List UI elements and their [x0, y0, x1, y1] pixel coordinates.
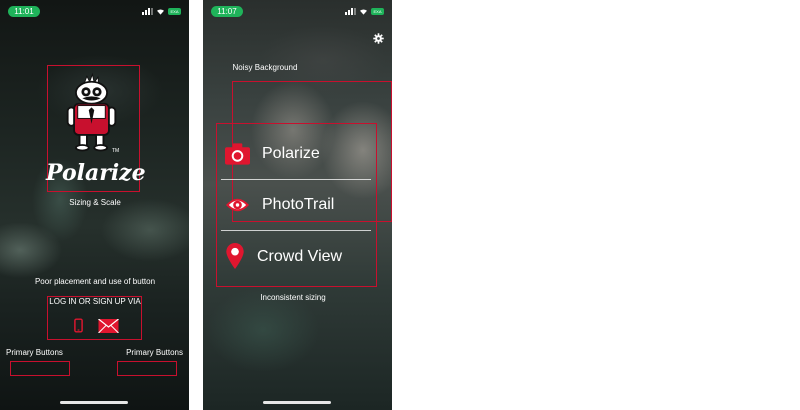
status-icons: EXA — [142, 6, 181, 16]
email-login-button[interactable] — [98, 319, 119, 333]
menu-divider — [221, 179, 371, 180]
primary-button-right[interactable] — [117, 361, 177, 376]
menu-divider — [221, 230, 371, 231]
signal-icon — [142, 7, 153, 15]
eye-icon — [225, 198, 250, 212]
camera-icon — [225, 143, 250, 165]
settings-gear-icon[interactable] — [373, 33, 384, 44]
status-time: 11:07 — [211, 6, 243, 17]
signal-icon — [345, 7, 356, 15]
menu-item-phototrail[interactable]: PhotoTrail — [225, 195, 334, 215]
trademark-mark: TM — [112, 148, 120, 154]
status-icons: EXA — [345, 6, 384, 16]
menu-label-polarize: Polarize — [262, 145, 320, 162]
battery-icon: EXA — [371, 7, 384, 15]
location-pin-icon — [226, 243, 244, 270]
menu-label-phototrail: PhotoTrail — [262, 196, 335, 213]
menu-item-crowd-view[interactable]: Crowd View — [225, 243, 342, 270]
primary-button-left[interactable] — [10, 361, 70, 376]
home-indicator[interactable] — [60, 401, 128, 404]
annotation-noisy-background: Noisy Background — [232, 63, 298, 72]
annotation-primary-buttons-right: Primary Buttons — [126, 348, 183, 357]
menu-label-crowd-view: Crowd View — [257, 247, 343, 265]
annotation-box-login-buttons — [47, 296, 142, 340]
annotation-primary-buttons-left: Primary Buttons — [6, 348, 63, 357]
annotation-sizing-scale: Sizing & Scale — [69, 198, 121, 207]
wifi-icon — [157, 8, 164, 15]
annotation-inconsistent-sizing: Inconsistent sizing — [260, 293, 326, 302]
mascot-logo-icon — [66, 72, 117, 152]
home-indicator[interactable] — [263, 401, 331, 404]
phone-screen-login: 11:01 EXA TM Polarize Sizing & Scale Poo… — [0, 0, 189, 410]
battery-icon: EXA — [168, 7, 181, 15]
brand-logo-text: Polarize — [46, 160, 146, 186]
wifi-icon — [360, 8, 367, 15]
menu-item-polarize[interactable]: Polarize — [225, 143, 320, 165]
phone-screen-menu: 11:07 EXA Noisy Background Polarize Phot… — [203, 0, 392, 410]
annotation-poor-placement: Poor placement and use of button — [34, 277, 156, 286]
status-time: 11:01 — [8, 6, 40, 17]
phone-login-button[interactable] — [74, 318, 83, 333]
